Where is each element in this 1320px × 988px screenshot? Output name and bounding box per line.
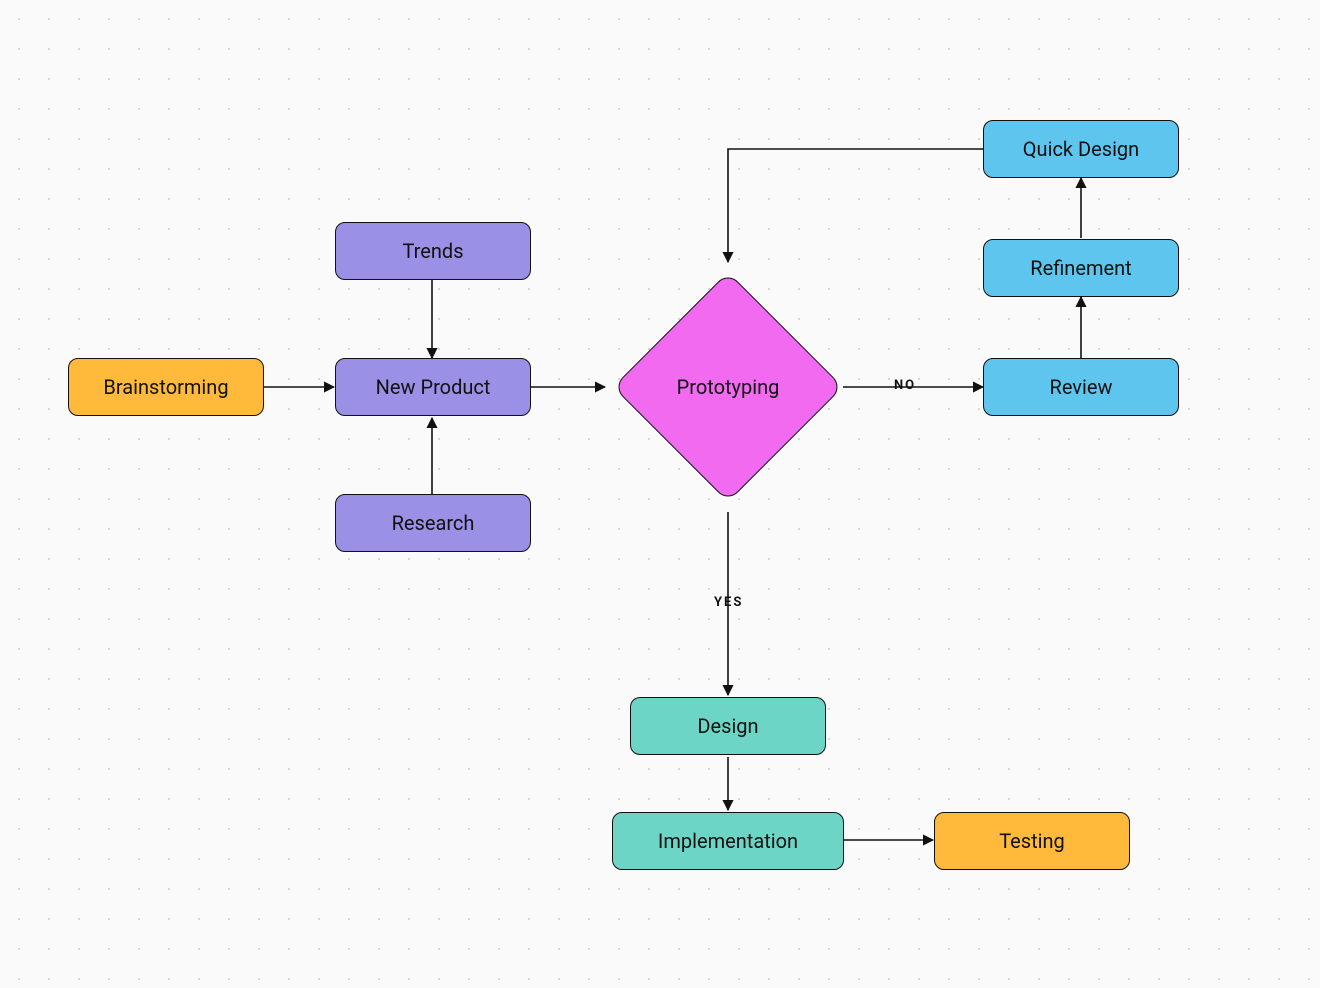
- node-design[interactable]: Design: [630, 697, 826, 755]
- node-testing[interactable]: Testing: [934, 812, 1130, 870]
- node-label: Brainstorming: [103, 375, 228, 399]
- node-review[interactable]: Review: [983, 358, 1179, 416]
- node-trends[interactable]: Trends: [335, 222, 531, 280]
- node-label: Quick Design: [1023, 137, 1139, 161]
- node-quick-design[interactable]: Quick Design: [983, 120, 1179, 178]
- node-prototyping[interactable]: Prototyping: [613, 272, 843, 502]
- node-label: Implementation: [658, 829, 798, 853]
- node-label: Testing: [999, 829, 1065, 853]
- node-new-product[interactable]: New Product: [335, 358, 531, 416]
- node-brainstorming[interactable]: Brainstorming: [68, 358, 264, 416]
- edge-label-no: NO: [894, 378, 916, 393]
- edge-quickdesign-prototyping: [728, 149, 983, 262]
- node-label: Design: [697, 714, 758, 738]
- node-label: New Product: [376, 375, 491, 399]
- node-implementation[interactable]: Implementation: [612, 812, 844, 870]
- edge-label-yes: YES: [714, 595, 743, 610]
- node-label: Prototyping: [613, 272, 843, 502]
- node-label: Trends: [402, 239, 463, 263]
- node-research[interactable]: Research: [335, 494, 531, 552]
- node-label: Research: [392, 511, 475, 535]
- node-label: Refinement: [1030, 256, 1131, 280]
- node-label: Review: [1050, 375, 1113, 399]
- node-refinement[interactable]: Refinement: [983, 239, 1179, 297]
- diagram-canvas[interactable]: NO YES Brainstorming Trends New Product …: [0, 0, 1320, 988]
